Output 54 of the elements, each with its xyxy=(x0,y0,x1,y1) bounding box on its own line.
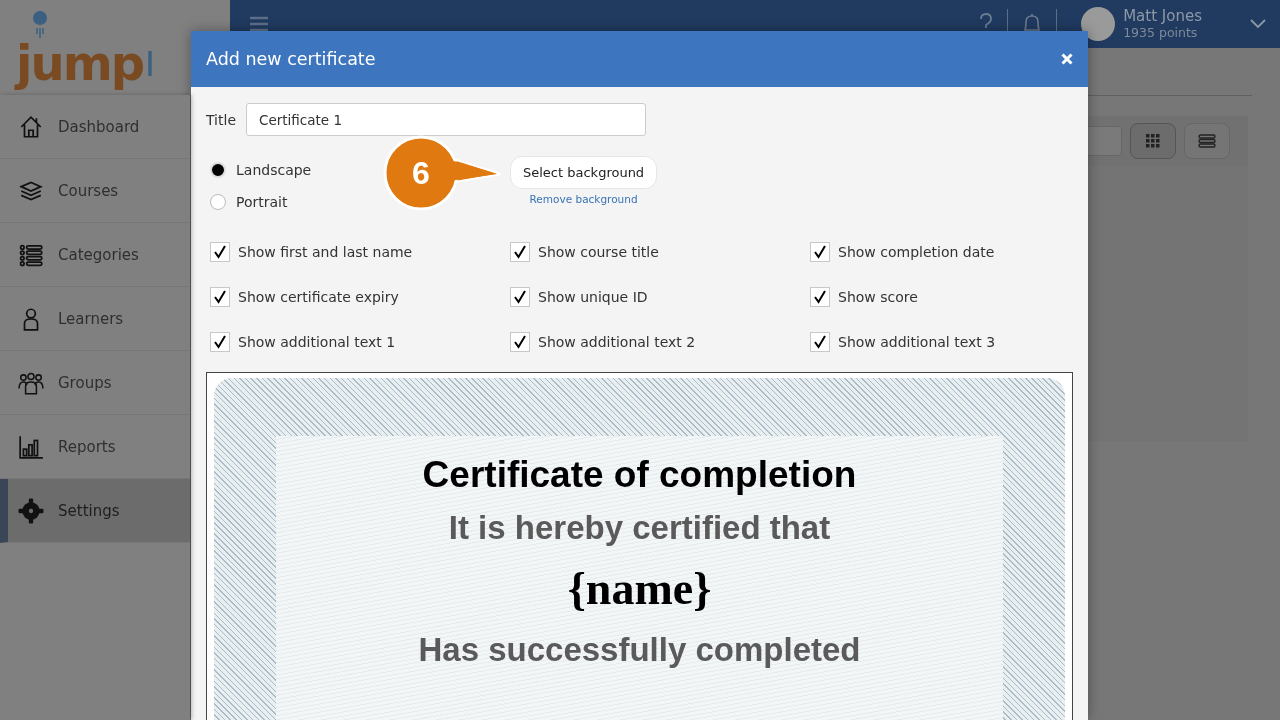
title-label: Title xyxy=(206,111,236,128)
checkbox-label[interactable]: Show additional text 2 xyxy=(538,334,696,350)
menu-icon[interactable] xyxy=(250,16,268,32)
checkbox-label[interactable]: Show first and last name xyxy=(238,244,413,260)
checkbox-label[interactable]: Show additional text 1 xyxy=(238,334,396,350)
checkmark-icon xyxy=(213,335,227,349)
checkbox-label[interactable]: Show score xyxy=(838,289,918,305)
avatar[interactable] xyxy=(1081,7,1116,41)
grid-view-button[interactable] xyxy=(1130,123,1176,159)
checkmark-icon xyxy=(513,335,527,349)
checkmark-icon xyxy=(513,290,527,304)
remove-background-link[interactable]: Remove background xyxy=(529,193,638,205)
checkbox[interactable] xyxy=(210,332,230,352)
checkbox-label[interactable]: Show course title xyxy=(538,244,659,260)
checkbox-label[interactable]: Show additional text 3 xyxy=(838,334,996,350)
checkmark-icon xyxy=(513,245,527,259)
ball-icon xyxy=(32,10,48,40)
radio-label[interactable]: Landscape xyxy=(236,162,312,178)
checkmark-icon xyxy=(213,245,227,259)
gear-icon xyxy=(18,497,44,524)
grid-icon xyxy=(1146,134,1160,148)
checkbox[interactable] xyxy=(810,242,830,262)
title-input[interactable]: Certificate 1 xyxy=(246,103,646,136)
placeholder-field: {name} xyxy=(567,556,712,622)
checkmark-icon xyxy=(813,290,827,304)
checkbox-label[interactable]: Show certificate expiry xyxy=(238,289,399,305)
checkmark-icon xyxy=(813,335,827,349)
bar-chart-icon xyxy=(18,433,44,460)
radio-button[interactable] xyxy=(210,194,226,210)
checkbox[interactable] xyxy=(810,332,830,352)
certificate-text: Has successfully completed xyxy=(418,630,861,670)
checkbox[interactable] xyxy=(210,287,230,307)
user-name: Matt Jones xyxy=(1123,7,1202,25)
list-icon xyxy=(1198,134,1216,148)
logo-text-cut: I xyxy=(145,47,156,86)
certificate-heading: Certificate of completion xyxy=(422,453,857,497)
chevron-down-icon[interactable] xyxy=(1250,19,1266,29)
user-points: 1935 points xyxy=(1123,25,1199,41)
checkbox[interactable] xyxy=(510,242,530,262)
certificate-text: It is hereby certified that xyxy=(448,508,831,548)
select-background-button[interactable]: Select background xyxy=(510,156,658,189)
radio-button[interactable] xyxy=(210,162,226,178)
dialog-title: Add new certificate xyxy=(206,49,376,69)
checkbox-label[interactable]: Show completion date xyxy=(838,244,995,260)
checkbox[interactable] xyxy=(810,287,830,307)
checkbox-label[interactable]: Show unique ID xyxy=(538,289,648,305)
list-view-button[interactable] xyxy=(1184,123,1230,159)
checkmark-icon xyxy=(813,245,827,259)
radio-label[interactable]: Portrait xyxy=(236,194,288,210)
checkbox[interactable] xyxy=(510,287,530,307)
checkmark-icon xyxy=(213,290,227,304)
close-icon[interactable] xyxy=(1061,53,1073,65)
checkbox[interactable] xyxy=(210,242,230,262)
checkbox[interactable] xyxy=(510,332,530,352)
